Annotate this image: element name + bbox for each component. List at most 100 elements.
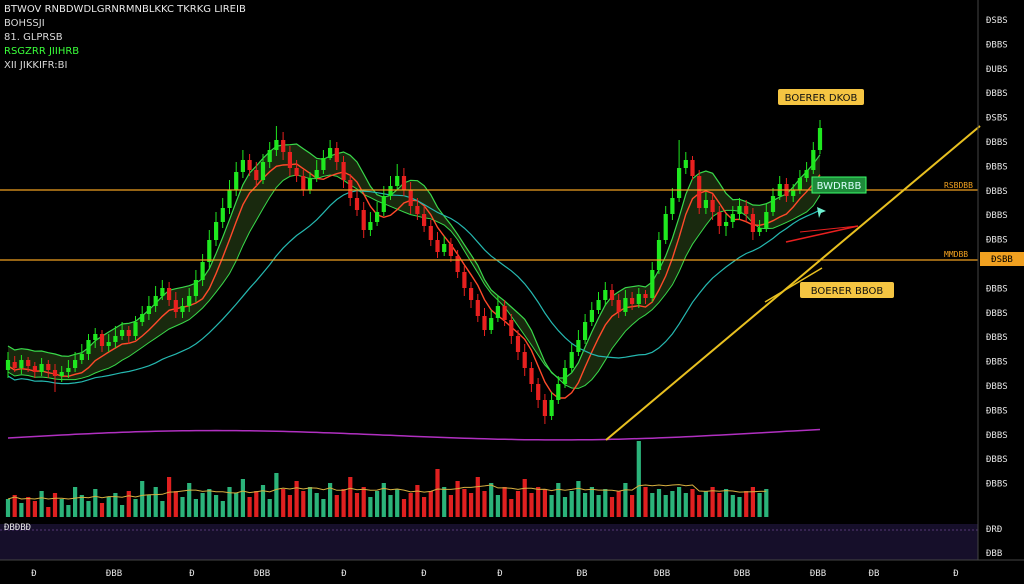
volume-bar xyxy=(46,507,51,517)
candle-body xyxy=(160,288,165,296)
volume-bar xyxy=(167,477,172,517)
time-axis[interactable]: Ð ÐBB Ð ÐBB Ð Ð Ð ÐB ÐBB ÐBB ÐBB ÐB Ð xyxy=(31,569,958,579)
candle-body xyxy=(643,294,648,298)
time-tick-label: ÐBB xyxy=(810,569,826,579)
candle-body xyxy=(274,140,279,150)
candle-body xyxy=(93,334,98,340)
price-tick-label: ÐBBS xyxy=(986,162,1008,172)
candle xyxy=(583,314,588,344)
candle-body xyxy=(529,368,534,384)
candle-body xyxy=(375,212,380,222)
volume-bar xyxy=(321,499,326,517)
candle-body xyxy=(690,160,695,176)
candle-body xyxy=(750,214,755,232)
annotation-top[interactable]: BOERER DKOB xyxy=(778,89,864,105)
candle-body xyxy=(66,368,71,372)
volume-bar xyxy=(354,493,360,517)
volume-bar xyxy=(153,487,158,517)
volume-bar xyxy=(227,487,232,517)
volume-bar xyxy=(86,501,91,517)
candle-group xyxy=(5,120,823,424)
candle-body xyxy=(281,140,286,152)
volume-bar xyxy=(348,477,353,517)
candle-body xyxy=(583,322,588,340)
candle-body xyxy=(5,360,11,370)
candle xyxy=(536,378,541,408)
candle xyxy=(670,188,675,220)
volume-bar xyxy=(93,489,98,517)
volume-bar xyxy=(267,499,272,517)
candle-body xyxy=(596,300,601,310)
price-tick-label: ÐBBS xyxy=(986,358,1008,368)
price-tick-label: ÐBBS xyxy=(986,187,1008,197)
time-tick-label: ÐB xyxy=(577,569,588,579)
annotation-middle-text: BWDRBB xyxy=(817,181,862,192)
price-tick-label: ÐBBS xyxy=(986,382,1008,392)
candle xyxy=(482,308,487,336)
volume-bar xyxy=(757,493,762,517)
candle xyxy=(395,164,400,190)
candle-body xyxy=(502,306,507,320)
oscillator-group xyxy=(7,428,821,441)
time-tick-label: ÐB xyxy=(869,569,880,579)
volume-bar xyxy=(408,493,413,517)
volume-bar xyxy=(126,491,131,517)
price-tick-label: ÐBBS xyxy=(986,211,1008,221)
volume-bar xyxy=(428,491,433,517)
candle-body xyxy=(200,262,205,280)
volume-bar xyxy=(616,491,621,517)
candle-body xyxy=(193,280,198,296)
annotation-bottom[interactable]: BOERER BBOB xyxy=(800,282,894,298)
candle-body xyxy=(475,300,480,316)
candle-body xyxy=(764,212,769,228)
price-chart[interactable]: RSBDBB MMDBB BOERER DKOB BWDRBB BOERER B… xyxy=(0,0,1024,584)
volume-bar xyxy=(314,493,319,517)
time-tick-label: Ð xyxy=(421,569,426,579)
volume-bar xyxy=(596,495,601,517)
candle xyxy=(549,392,554,420)
volume-bar xyxy=(173,491,178,517)
candle-body xyxy=(730,214,735,222)
target-red-line xyxy=(785,225,859,243)
candle-body xyxy=(207,240,212,262)
candle xyxy=(475,294,480,322)
volume-bar xyxy=(160,501,165,517)
candle xyxy=(448,238,453,262)
candle-body xyxy=(46,364,51,370)
candle-body xyxy=(294,168,299,176)
price-tick-label: ÐBBS xyxy=(986,89,1008,99)
candle-body xyxy=(495,306,500,318)
volume-bar xyxy=(730,495,735,517)
volume-bar xyxy=(697,495,702,517)
annotation-middle[interactable]: BWDRBB xyxy=(811,176,867,194)
candle-body xyxy=(395,176,400,186)
price-tick-label: ÐBBS xyxy=(986,236,1008,246)
candle-body xyxy=(348,180,353,198)
annotation-bottom-text: BOERER BBOB xyxy=(811,286,884,297)
volume-bar xyxy=(744,491,749,517)
price-tick-label: ÐBBS xyxy=(986,40,1008,50)
candle-body xyxy=(52,370,58,376)
target-red-line-2 xyxy=(799,225,859,233)
candle-body xyxy=(770,196,776,212)
volume-bar xyxy=(583,493,588,517)
candle-body xyxy=(797,178,802,190)
volume-bar xyxy=(247,497,252,517)
volume-bar xyxy=(703,491,708,517)
candle xyxy=(328,140,333,160)
price-tick-label: ÐBBS xyxy=(986,284,1008,294)
candle-body xyxy=(428,226,433,240)
candle xyxy=(368,212,373,236)
volume-bar xyxy=(603,489,608,517)
volume-bar xyxy=(636,441,641,517)
candle-body xyxy=(79,354,84,360)
candle xyxy=(435,232,440,258)
candle-body xyxy=(482,316,487,330)
candle-body xyxy=(287,152,292,168)
candle xyxy=(462,266,467,296)
candle xyxy=(227,180,232,214)
volume-bar xyxy=(650,493,655,517)
volume-bar xyxy=(522,479,527,517)
price-tick-label: ÐBBS xyxy=(986,309,1008,319)
candle-body xyxy=(180,306,185,312)
